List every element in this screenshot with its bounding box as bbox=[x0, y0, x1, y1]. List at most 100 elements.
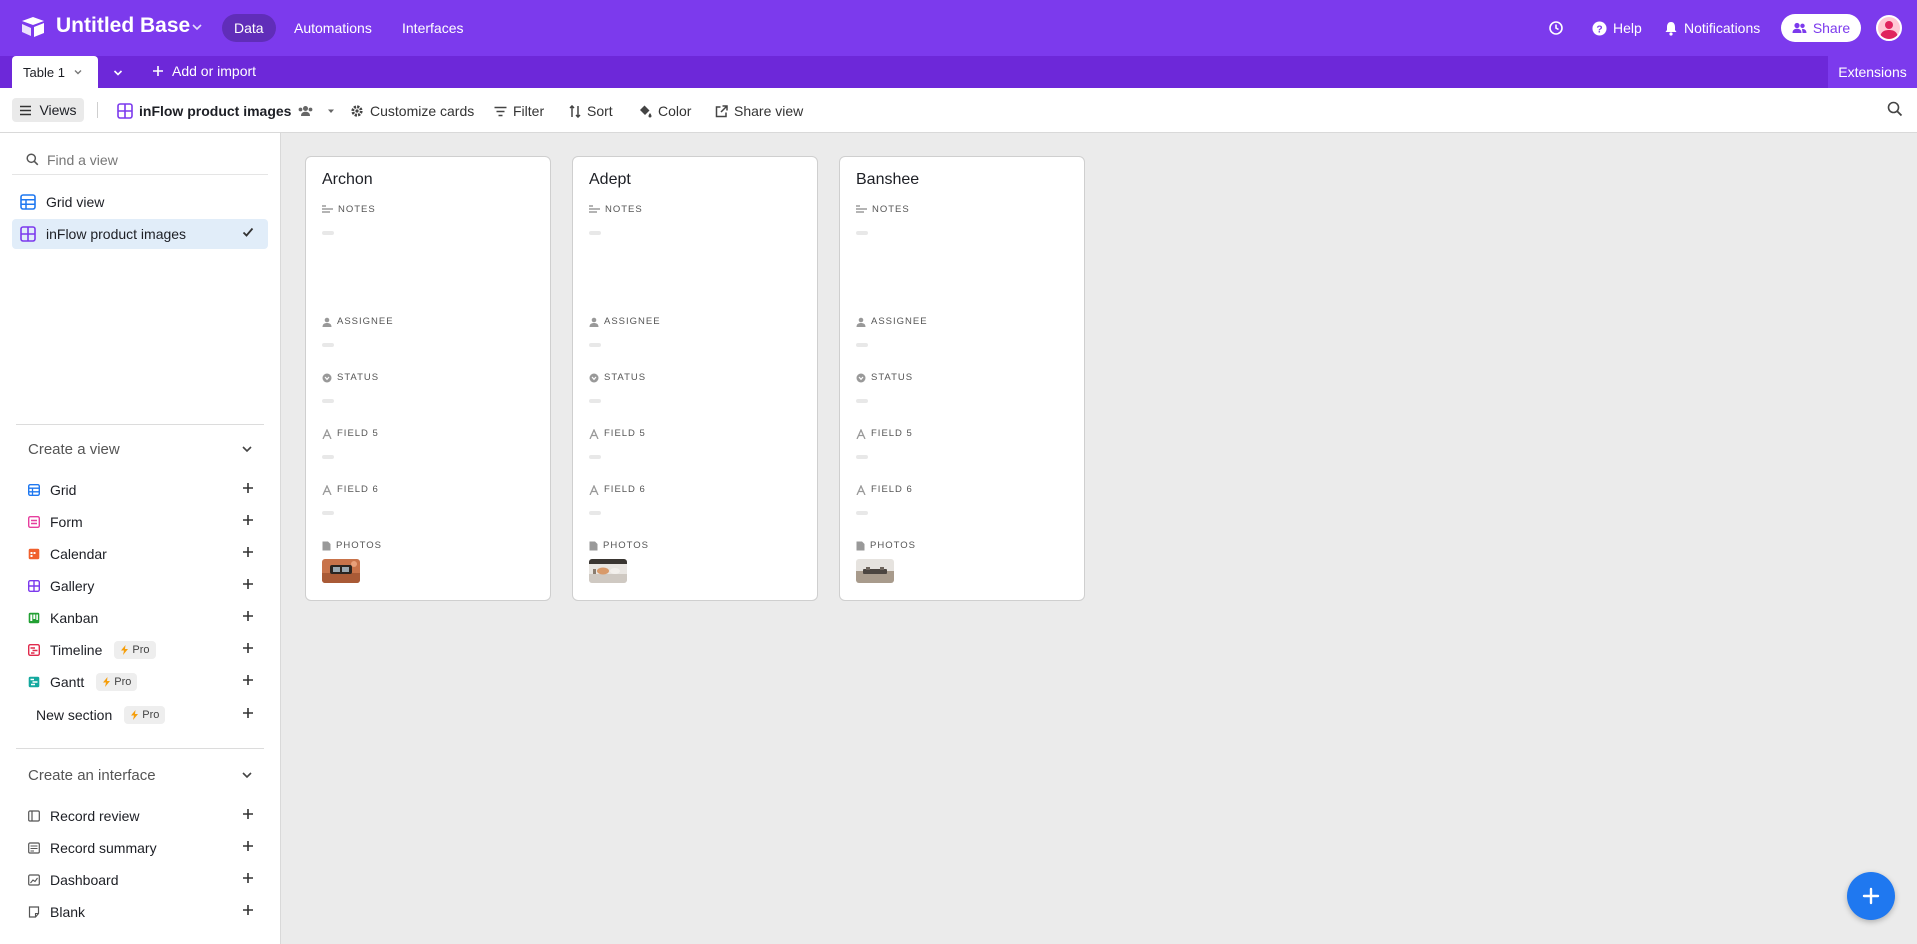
create-view-section-title[interactable]: Create a view bbox=[28, 441, 120, 458]
views-toggle-button[interactable]: Views bbox=[12, 98, 84, 122]
chevron-down-icon[interactable] bbox=[190, 20, 204, 34]
create-interface-dashboard[interactable]: Dashboard bbox=[28, 867, 258, 893]
photo-thumbnail[interactable] bbox=[322, 559, 360, 583]
find-view-box bbox=[12, 145, 268, 175]
filter-button[interactable]: Filter bbox=[494, 100, 544, 122]
share-view-button[interactable]: Share view bbox=[715, 100, 803, 122]
plus-icon bbox=[243, 611, 253, 621]
create-interface-section-title[interactable]: Create an interface bbox=[28, 767, 156, 784]
bell-icon bbox=[1665, 21, 1677, 36]
photo-thumbnail[interactable] bbox=[589, 559, 627, 583]
notifications-button[interactable]: Notifications bbox=[1664, 17, 1760, 39]
text-field-icon bbox=[589, 428, 599, 439]
create-interface-blank[interactable]: Blank bbox=[28, 899, 258, 925]
share-view-label: Share view bbox=[734, 103, 804, 119]
create-view-form[interactable]: Form bbox=[28, 509, 258, 535]
photo-thumbnail[interactable] bbox=[856, 559, 894, 583]
form-icon bbox=[28, 516, 40, 528]
create-view-kanban[interactable]: Kanban bbox=[28, 605, 258, 631]
add-record-button[interactable] bbox=[1847, 872, 1895, 920]
create-view-grid[interactable]: Grid bbox=[28, 477, 258, 503]
plus-icon bbox=[243, 483, 253, 493]
color-button[interactable]: Color bbox=[638, 100, 691, 122]
sidebar-view-grid-view[interactable]: Grid view bbox=[12, 187, 268, 217]
text-field-icon bbox=[589, 484, 599, 495]
empty-field-value bbox=[322, 455, 334, 459]
pro-badge-label: Pro bbox=[114, 676, 132, 688]
pro-badge-label: Pro bbox=[142, 709, 160, 721]
sidebar-view-inflow-product-images[interactable]: inFlow product images bbox=[12, 219, 268, 249]
plus-icon bbox=[243, 675, 253, 685]
product-photo-icon bbox=[589, 559, 627, 583]
pro-badge-label: Pro bbox=[132, 644, 150, 656]
long-text-icon bbox=[589, 205, 600, 213]
help-button[interactable]: ? Help bbox=[1592, 17, 1642, 39]
create-interface-record-review[interactable]: Record review bbox=[28, 803, 258, 829]
caret-down-icon[interactable] bbox=[326, 106, 336, 116]
filter-icon bbox=[494, 106, 507, 116]
customize-cards-button[interactable]: Customize cards bbox=[350, 100, 474, 122]
tables-dropdown-chevron-icon[interactable] bbox=[112, 67, 124, 79]
plus-icon bbox=[243, 643, 253, 653]
create-view-gallery[interactable]: Gallery bbox=[28, 573, 258, 599]
field-label-text: ASSIGNEE bbox=[604, 316, 661, 327]
field-label-notes: NOTES bbox=[589, 204, 643, 215]
search-icon[interactable] bbox=[1887, 101, 1903, 117]
tab-interfaces[interactable]: Interfaces bbox=[390, 14, 475, 42]
text-field-icon bbox=[856, 484, 866, 495]
chevron-down-icon[interactable] bbox=[240, 442, 254, 456]
field-label-text: NOTES bbox=[605, 204, 643, 215]
plus-icon bbox=[243, 905, 253, 915]
tab-data[interactable]: Data bbox=[222, 14, 276, 42]
empty-field-value bbox=[322, 231, 334, 235]
find-view-input[interactable] bbox=[47, 151, 247, 168]
field-label-assignee: ASSIGNEE bbox=[322, 316, 394, 327]
field-label-text: FIELD 5 bbox=[871, 428, 913, 439]
create-view-gantt[interactable]: Gantt Pro bbox=[28, 669, 258, 695]
plus-icon bbox=[243, 708, 253, 718]
table-tab-table-1[interactable]: Table 1 bbox=[12, 56, 98, 88]
current-view-button[interactable]: inFlow product images bbox=[117, 100, 336, 122]
user-icon bbox=[856, 317, 866, 327]
current-view-label: inFlow product images bbox=[139, 103, 292, 119]
gallery-card[interactable]: Adept NOTES ASSIGNEE STATUS FIELD 5 FIEL… bbox=[572, 156, 818, 601]
chevron-down-icon[interactable] bbox=[73, 67, 83, 77]
sort-label: Sort bbox=[587, 103, 613, 119]
empty-field-value bbox=[322, 343, 334, 347]
field-label-status: STATUS bbox=[589, 372, 646, 383]
plus-icon bbox=[243, 515, 253, 525]
view-sidebar: Grid view inFlow product images Create a… bbox=[0, 133, 281, 944]
add-or-import-label: Add or import bbox=[172, 63, 257, 79]
chevron-down-icon[interactable] bbox=[240, 768, 254, 782]
calendar-icon bbox=[28, 548, 40, 560]
field-label-text: STATUS bbox=[604, 372, 647, 383]
gallery-view-icon bbox=[117, 103, 133, 119]
avatar[interactable] bbox=[1876, 15, 1902, 41]
svg-text:?: ? bbox=[1596, 24, 1602, 35]
sidebar-view-label: Grid view bbox=[46, 194, 105, 210]
field-label-field-5: FIELD 5 bbox=[322, 428, 379, 439]
pro-badge: Pro bbox=[96, 673, 138, 691]
text-field-icon bbox=[322, 484, 332, 495]
views-label: Views bbox=[39, 102, 77, 118]
share-label: Share bbox=[1812, 20, 1851, 36]
create-view-timeline[interactable]: Timeline Pro bbox=[28, 637, 258, 663]
airtable-logo-icon[interactable] bbox=[20, 16, 46, 38]
create-new-section[interactable]: New section Pro bbox=[36, 702, 258, 728]
empty-field-value bbox=[856, 399, 868, 403]
tab-automations[interactable]: Automations bbox=[282, 14, 384, 42]
add-or-import-button[interactable]: Add or import bbox=[152, 63, 256, 79]
gallery-card[interactable]: Banshee NOTES ASSIGNEE STATUS FIELD 5 FI… bbox=[839, 156, 1085, 601]
field-label-field-6: FIELD 6 bbox=[856, 484, 913, 495]
text-field-icon bbox=[856, 428, 866, 439]
base-title[interactable]: Untitled Base bbox=[56, 14, 190, 38]
share-button[interactable]: Share bbox=[1781, 14, 1861, 42]
gallery-card[interactable]: Archon NOTES ASSIGNEE STATUS FIELD 5 FIE… bbox=[305, 156, 551, 601]
field-label-photos: PHOTOS bbox=[856, 540, 916, 551]
create-view-gantt-label: Gantt bbox=[50, 674, 85, 690]
sort-button[interactable]: Sort bbox=[569, 100, 613, 122]
history-button[interactable] bbox=[1548, 17, 1564, 39]
extensions-button[interactable]: Extensions bbox=[1828, 56, 1917, 88]
create-view-calendar[interactable]: Calendar bbox=[28, 541, 258, 567]
create-interface-record-summary[interactable]: Record summary bbox=[28, 835, 258, 861]
